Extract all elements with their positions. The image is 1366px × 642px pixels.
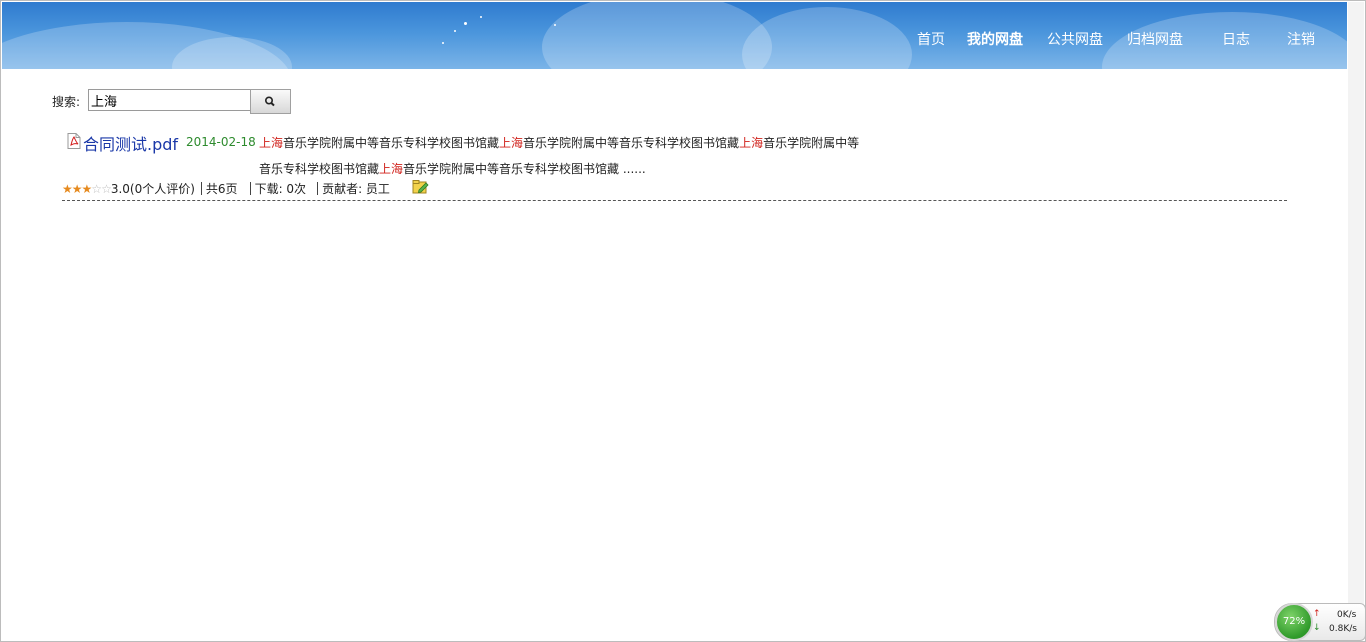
snippet-line-1: 上海音乐学院附属中等音乐专科学校图书馆藏上海音乐学院附属中等音乐专科学校图书馆藏… — [259, 134, 859, 151]
star-filled-icon[interactable]: ★ — [82, 182, 93, 196]
sparkle — [454, 30, 456, 32]
cloud-shape — [742, 7, 912, 69]
file-meta: ★★★☆☆3.0(0个人评价) 共6页 下载: 0次 贡献者: 员工 — [62, 180, 390, 197]
snippet-highlight: 上海 — [499, 136, 524, 150]
sparkle — [442, 42, 444, 44]
meta-separator — [249, 182, 251, 195]
nav-my-drive[interactable]: 我的网盘 — [967, 29, 1023, 49]
nav-archive-drive[interactable]: 归档网盘 — [1127, 29, 1183, 49]
snippet-text: 音乐学院附属中等 — [763, 136, 860, 150]
contributor: 贡献者: 员工 — [322, 182, 390, 196]
download-speed: 0.8K/s — [1329, 624, 1357, 634]
pdf-icon — [67, 133, 81, 149]
cloud-shape — [542, 2, 772, 69]
snippet-text: 音乐专科学校图书馆藏 — [259, 162, 380, 176]
nav-home[interactable]: 首页 — [917, 29, 945, 49]
upload-speed: 0K/s — [1337, 610, 1357, 620]
rating-text: 3.0(0个人评价) — [110, 182, 195, 196]
snippet-highlight: 上海 — [379, 162, 404, 176]
star-filled-icon[interactable]: ★ — [72, 182, 83, 196]
scrollbar[interactable] — [1348, 2, 1364, 640]
star-filled-icon[interactable]: ★ — [62, 182, 73, 196]
snippet-highlight: 上海 — [739, 136, 764, 150]
edit-icon[interactable] — [412, 179, 429, 194]
search-button[interactable] — [250, 89, 291, 114]
download-count: 下载: 0次 — [254, 182, 307, 196]
meta-separator — [200, 182, 202, 195]
search-label: 搜索: — [52, 95, 81, 109]
file-title-link[interactable]: 合同测试.pdf — [83, 131, 178, 155]
nav-logout[interactable]: 注销 — [1287, 29, 1315, 49]
sparkle — [464, 22, 467, 25]
search-icon — [265, 96, 275, 107]
meta-separator — [317, 182, 319, 195]
snippet-text: 音乐学院附属中等音乐专科学校图书馆藏 ...... — [403, 162, 646, 176]
page-count: 共6页 — [205, 182, 238, 196]
nav-log[interactable]: 日志 — [1222, 29, 1250, 49]
snippet-highlight: 上海 — [259, 136, 284, 150]
nav-public-drive[interactable]: 公共网盘 — [1047, 29, 1103, 49]
file-date: 2014-02-18 — [186, 135, 256, 149]
star-empty-icon[interactable]: ☆ — [101, 182, 112, 196]
snippet-line-2: 音乐专科学校图书馆藏上海音乐学院附属中等音乐专科学校图书馆藏 ...... — [259, 160, 646, 177]
search-input[interactable] — [88, 89, 252, 111]
snippet-text: 音乐学院附属中等音乐专科学校图书馆藏 — [523, 136, 740, 150]
cpu-gauge: 72% — [1275, 603, 1313, 641]
upload-arrow-icon: ↑ — [1313, 609, 1321, 619]
rating-stars[interactable]: ★★★☆☆ — [62, 182, 112, 196]
snippet-text: 音乐学院附属中等音乐专科学校图书馆藏 — [283, 136, 500, 150]
download-arrow-icon: ↓ — [1313, 623, 1321, 633]
star-empty-icon[interactable]: ☆ — [91, 182, 102, 196]
sparkle — [480, 16, 482, 18]
sparkle — [554, 24, 556, 26]
result-divider — [62, 200, 1287, 201]
